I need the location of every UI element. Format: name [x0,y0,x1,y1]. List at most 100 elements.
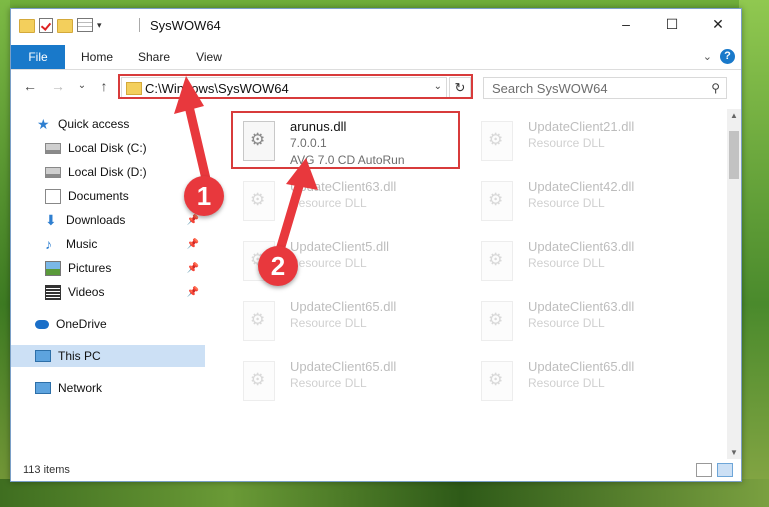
ribbon-tabs: File Home Share View ⌄ ? [11,45,741,70]
forward-arrow-icon[interactable]: → [49,77,67,95]
file-description: Resource DLL [528,136,605,150]
music-note-icon: ♪ [45,235,52,252]
list-item[interactable]: UpdateClient65.dll Resource DLL [471,353,691,403]
sidebar-item-label: This PC [58,349,101,363]
scrollbar-thumb[interactable] [729,131,739,179]
list-item[interactable]: UpdateClient65.dll Resource DLL [233,353,453,403]
dll-file-gear-icon [481,361,513,401]
file-description: Resource DLL [290,316,367,330]
file-description: Resource DLL [290,376,367,390]
film-strip-icon [45,284,61,300]
folder-icon [19,19,35,33]
list-item[interactable]: UpdateClient42.dll Resource DLL [471,173,691,223]
file-name: UpdateClient63.dll [528,299,635,314]
hard-disk-icon [45,142,61,154]
scroll-up-arrow-icon[interactable]: ▲ [727,111,741,120]
tab-home[interactable]: Home [73,45,121,69]
expand-ribbon-chevron-icon[interactable]: ⌄ [703,50,712,63]
quick-access-toolbar: ▾ [19,17,102,33]
search-input[interactable]: Search SysWOW64 ⚲ [483,77,727,99]
search-placeholder: Search SysWOW64 [492,81,608,96]
back-arrow-icon[interactable]: ← [21,77,39,95]
download-arrow-icon: ⬇ [45,211,57,228]
sidebar-item-network[interactable]: Network [11,377,205,399]
status-bar: 113 items [11,459,741,481]
sidebar-item-label: OneDrive [56,317,107,331]
dll-file-gear-icon [243,361,275,401]
sidebar-item-music[interactable]: ♪ Music 📌 [11,233,205,255]
file-name: UpdateClient63.dll [528,239,635,254]
file-name: UpdateClient65.dll [290,299,397,314]
document-icon [45,188,61,204]
tab-share[interactable]: Share [131,45,177,69]
properties-check-icon[interactable] [39,17,53,33]
file-description: Resource DLL [528,376,605,390]
title-bar: ▾ SysWOW64 – ☐ ✕ [11,9,741,41]
file-name: UpdateClient65.dll [528,359,635,374]
recent-locations-chevron-icon[interactable]: ⌄ [73,77,91,95]
view-toggle [696,463,733,477]
dll-file-gear-icon [481,181,513,221]
dll-file-gear-icon [481,241,513,281]
details-view-icon[interactable] [696,463,712,477]
sidebar-item-this-pc[interactable]: This PC [11,345,205,367]
ribbon-right-controls: ⌄ ? [703,49,735,64]
new-folder-icon[interactable] [57,19,73,33]
help-icon[interactable]: ? [720,49,735,64]
sidebar-item-label: Local Disk (C:) [68,141,147,155]
search-icon[interactable]: ⚲ [711,81,720,95]
sidebar-item-onedrive[interactable]: OneDrive [11,313,205,335]
sidebar-item-label: Documents [68,189,129,203]
large-icons-view-icon[interactable] [717,463,733,477]
file-description: Resource DLL [528,196,605,210]
vertical-scrollbar[interactable]: ▲ ▼ [727,109,741,459]
properties-icon[interactable] [77,18,93,32]
up-arrow-icon[interactable]: ↑ [95,77,113,95]
window-controls: – ☐ ✕ [603,9,741,39]
tab-view[interactable]: View [187,45,231,69]
file-name: UpdateClient21.dll [528,119,635,134]
sidebar-item-pictures[interactable]: Pictures 📌 [11,257,205,279]
file-description: Resource DLL [528,256,605,270]
sidebar-item-label: Network [58,381,103,395]
sidebar-item-videos[interactable]: Videos 📌 [11,281,205,303]
list-item[interactable]: UpdateClient21.dll Resource DLL [471,113,691,163]
file-name: UpdateClient42.dll [528,179,635,194]
pin-icon[interactable]: 📌 [187,215,199,226]
file-name: UpdateClient65.dll [290,359,397,374]
list-item[interactable]: UpdateClient63.dll Resource DLL [471,233,691,283]
tab-file[interactable]: File [11,45,65,69]
hard-disk-icon [45,166,61,178]
desktop-background-left [0,0,10,507]
pin-icon[interactable]: 📌 [187,239,199,250]
pin-icon[interactable]: 📌 [187,287,199,298]
title-separator [139,18,140,32]
file-explorer-window: ▾ SysWOW64 – ☐ ✕ File Home Share View ⌄ … [10,8,742,482]
pictures-icon [45,260,61,276]
cloud-icon [35,319,49,329]
pin-icon[interactable]: 📌 [187,263,199,274]
dll-file-gear-icon [481,301,513,341]
desktop-background-right [739,0,769,507]
dll-file-gear-icon [481,121,513,161]
list-item[interactable]: UpdateClient63.dll Resource DLL [471,293,691,343]
item-count: 113 items [23,464,70,476]
file-description: Resource DLL [528,316,605,330]
sidebar-item-label: Videos [68,285,105,299]
minimize-button[interactable]: – [603,9,649,39]
customize-toolbar-caret-icon[interactable]: ▾ [97,20,102,31]
sidebar-item-label: Pictures [68,261,112,275]
step-badge-1: 1 [184,176,224,216]
star-icon: ★ [37,115,50,132]
computer-icon [35,350,51,362]
list-item[interactable]: UpdateClient65.dll Resource DLL [233,293,453,343]
sidebar-item-label: Music [66,237,98,251]
desktop-background-bottom [0,479,769,507]
sidebar-item-label: Quick access [58,117,130,131]
step-badge-2: 2 [258,246,298,286]
maximize-button[interactable]: ☐ [649,9,695,39]
navigation-bar: ← → ⌄ ↑ C:\Windows\SysWOW64 ⌄ ↻ Search S… [11,73,741,101]
close-button[interactable]: ✕ [695,9,741,39]
network-icon [35,382,51,394]
scroll-down-arrow-icon[interactable]: ▼ [727,448,741,457]
